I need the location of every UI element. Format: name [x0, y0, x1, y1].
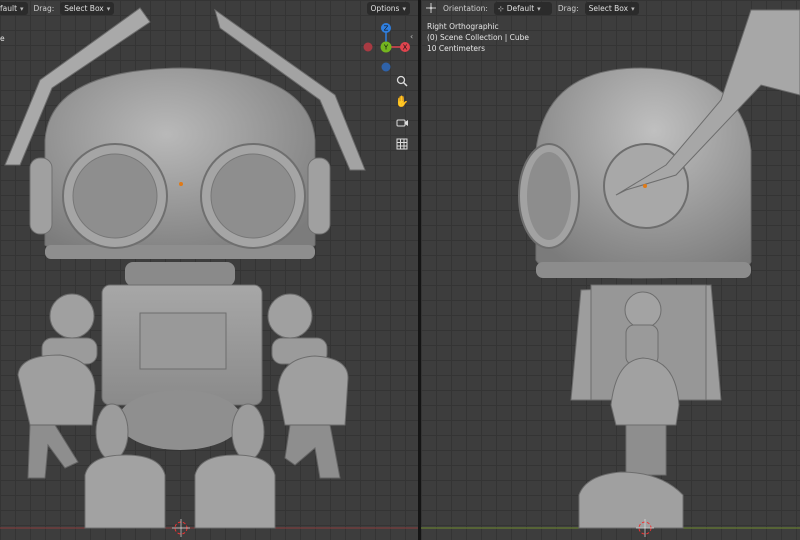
chevron-down-icon: ▾ [106, 4, 111, 13]
head-rim-side [536, 262, 751, 278]
right-ear [307, 157, 331, 235]
chest-panel [139, 312, 227, 370]
head-rim [45, 245, 315, 259]
view-info-overlay: Right Orthographic (0) Scene Collection … [427, 21, 529, 54]
orientation-dropdown[interactable]: ⊹ Default ▾ [493, 2, 552, 15]
options-label: Options [370, 4, 400, 13]
chevron-down-icon: ▾ [537, 4, 541, 13]
drag-value: Select Box [64, 4, 104, 13]
transform-axes-icon: ⊹ [497, 4, 504, 13]
drag-value: Select Box [588, 4, 629, 13]
drag-label: Drag: [557, 4, 579, 13]
gizmo-x-label: X [403, 44, 408, 52]
robot-side-view[interactable] [421, 0, 800, 540]
grid-icon[interactable] [393, 135, 411, 152]
right-hip [231, 403, 265, 461]
gizmo-neg-x-axis [363, 42, 373, 52]
left-viewport[interactable]: fault ▾ Drag: Select Box ▾ Options ▾ e Z… [0, 0, 418, 540]
corner-text: e [0, 34, 5, 43]
left-claw [27, 424, 79, 479]
gizmo-neg-z-axis [381, 62, 391, 72]
neck [125, 262, 235, 286]
left-goggle-lens [72, 153, 158, 239]
right-forearm [277, 355, 349, 426]
right-viewport-header: Orientation: ⊹ Default ▾ Drag: Select Bo… [421, 0, 800, 17]
drag-dropdown[interactable]: Select Box ▾ [584, 2, 639, 15]
right-foot [194, 454, 276, 529]
right-viewport[interactable]: Orientation: ⊹ Default ▾ Drag: Select Bo… [421, 0, 800, 540]
left-ear [29, 157, 53, 235]
left-hip [95, 403, 129, 461]
orientation-value: Default [506, 4, 535, 13]
robot-front-view[interactable] [0, 0, 418, 540]
foot-side [578, 471, 684, 529]
chevron-down-icon: ▾ [631, 4, 635, 13]
object-origin-side [643, 184, 647, 188]
drag-label: Drag: [33, 4, 55, 13]
left-forearm [17, 354, 96, 426]
collapse-arrow-icon[interactable]: ‹ [410, 32, 413, 41]
front-goggle-lens-side [527, 152, 571, 240]
transform-value: fault [0, 4, 18, 13]
view-name: Right Orthographic [427, 22, 499, 31]
object-origin [179, 182, 183, 186]
navigation-gizmo[interactable]: Z Y X [358, 21, 414, 77]
viewport-tools: ✋ [392, 72, 412, 152]
shoulder-side [624, 291, 662, 329]
hand-pan-icon[interactable]: ✋ [393, 93, 411, 110]
right-shoulder [267, 293, 313, 339]
chevron-down-icon: ▾ [402, 4, 406, 13]
left-foot [84, 454, 166, 529]
transform-dropdown[interactable]: fault ▾ [0, 2, 28, 15]
orientation-label: Orientation: [443, 4, 488, 13]
grid-scale: 10 Centimeters [427, 44, 486, 53]
claw-side [625, 424, 667, 476]
left-shoulder [49, 293, 95, 339]
3d-cursor-icon [172, 519, 190, 537]
right-claw [284, 424, 341, 479]
right-goggle-lens [210, 153, 296, 239]
drag-dropdown[interactable]: Select Box ▾ [60, 2, 115, 15]
zoom-icon[interactable] [393, 72, 411, 89]
camera-icon[interactable] [393, 114, 411, 131]
gizmo-z-label: Z [384, 25, 389, 33]
orientation-icon[interactable] [425, 2, 437, 16]
gizmo-y-label: Y [383, 44, 389, 52]
collection-info: (0) Scene Collection | Cube [427, 33, 530, 42]
left-viewport-header: fault ▾ Drag: Select Box ▾ Options ▾ [0, 0, 418, 17]
options-dropdown[interactable]: Options ▾ [366, 2, 410, 15]
chevron-down-icon: ▾ [20, 4, 24, 13]
belly [118, 390, 242, 450]
